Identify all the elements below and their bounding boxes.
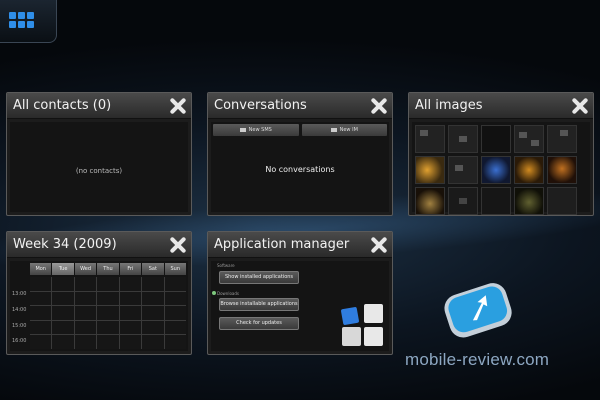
calendar-card[interactable]: Week 34 (2009) Mon Tue Wed Thu Fri Sat S… xyxy=(6,231,192,355)
image-thumbnail xyxy=(448,187,478,215)
image-thumbnail xyxy=(481,187,511,215)
calendar-day: Thu xyxy=(97,263,119,275)
image-thumbnail xyxy=(481,156,511,184)
new-sms-label: New SMS xyxy=(248,127,272,133)
calendar-hour: 13:00 xyxy=(12,291,27,298)
card-preview xyxy=(412,122,590,215)
close-icon[interactable] xyxy=(370,236,388,254)
section-label: Software xyxy=(217,263,235,268)
calendar-day: Tue xyxy=(52,263,74,275)
card-title: Week 34 (2009) xyxy=(13,237,117,252)
new-sms-button: New SMS xyxy=(213,124,299,136)
check-updates-button: Check for updates xyxy=(219,317,299,330)
envelope-icon xyxy=(239,128,246,132)
close-icon[interactable] xyxy=(571,97,589,115)
app-grid-icon xyxy=(8,12,34,28)
image-thumbnail xyxy=(481,125,511,153)
card-title: Application manager xyxy=(214,237,350,252)
card-preview: Software Show installed applications Dow… xyxy=(211,261,389,351)
card-title: All images xyxy=(415,98,483,113)
image-thumbnail xyxy=(415,125,445,153)
application-manager-card[interactable]: Application manager Software Show instal… xyxy=(207,231,393,355)
calendar-day: Sat xyxy=(142,263,164,275)
new-im-label: New IM xyxy=(339,127,358,133)
image-thumbnail xyxy=(514,156,544,184)
image-thumbnail-grid xyxy=(415,125,577,215)
watermark-text: mobile-review.com xyxy=(405,350,550,369)
calendar-grid xyxy=(30,277,186,349)
close-icon[interactable] xyxy=(370,97,388,115)
image-thumbnail xyxy=(415,187,445,215)
empty-text: (no contacts) xyxy=(75,167,123,175)
conversation-buttons: New SMS New IM xyxy=(213,124,387,136)
calendar-day: Sun xyxy=(164,263,186,275)
status-dot xyxy=(212,291,216,295)
image-thumbnail xyxy=(547,156,577,184)
image-thumbnail xyxy=(415,156,445,184)
app-launcher-button[interactable] xyxy=(0,0,57,43)
image-thumbnail xyxy=(547,187,577,215)
contacts-card[interactable]: All contacts (0) (no contacts) xyxy=(6,92,192,216)
application-manager-logo-icon xyxy=(340,304,386,348)
section-label: Downloads xyxy=(217,291,239,296)
show-installed-button: Show installed applications xyxy=(219,271,299,284)
card-preview: New SMS New IM No conversations xyxy=(211,122,389,212)
card-preview: (no contacts) xyxy=(10,122,188,212)
close-icon[interactable] xyxy=(169,97,187,115)
card-title: Conversations xyxy=(214,98,307,113)
calendar-hour: 15:00 xyxy=(12,322,27,329)
image-thumbnail xyxy=(514,187,544,215)
calendar-day: Wed xyxy=(74,263,97,275)
close-icon[interactable] xyxy=(169,236,187,254)
card-header: All contacts (0) xyxy=(7,93,191,119)
card-header: Conversations xyxy=(208,93,392,119)
chat-icon xyxy=(330,128,337,132)
calendar-hour: 14:00 xyxy=(12,306,27,313)
image-thumbnail xyxy=(448,125,478,153)
card-header: Week 34 (2009) xyxy=(7,232,191,258)
calendar-day: Mon xyxy=(30,263,52,275)
card-header: All images xyxy=(409,93,593,119)
image-thumbnail xyxy=(547,125,577,153)
calendar-hours: 13:00 14:00 15:00 16:00 xyxy=(12,277,28,349)
browse-installable-button: Browse installable applications xyxy=(219,298,299,311)
new-im-button: New IM xyxy=(301,124,387,136)
empty-text: No conversations xyxy=(265,165,335,174)
image-thumbnail xyxy=(514,125,544,153)
calendar-day-header: Mon Tue Wed Thu Fri Sat Sun xyxy=(30,263,186,275)
calendar-hour: 16:00 xyxy=(12,338,27,345)
conversations-card[interactable]: Conversations New SMS New IM No conversa… xyxy=(207,92,393,216)
card-title: All contacts (0) xyxy=(13,98,112,113)
card-header: Application manager xyxy=(208,232,392,258)
watermark-logo-icon xyxy=(444,283,512,338)
images-card[interactable]: All images xyxy=(408,92,594,216)
calendar-day: Fri xyxy=(119,263,142,275)
image-thumbnail xyxy=(448,156,478,184)
card-preview: Mon Tue Wed Thu Fri Sat Sun 13:00 14:00 … xyxy=(10,261,188,351)
